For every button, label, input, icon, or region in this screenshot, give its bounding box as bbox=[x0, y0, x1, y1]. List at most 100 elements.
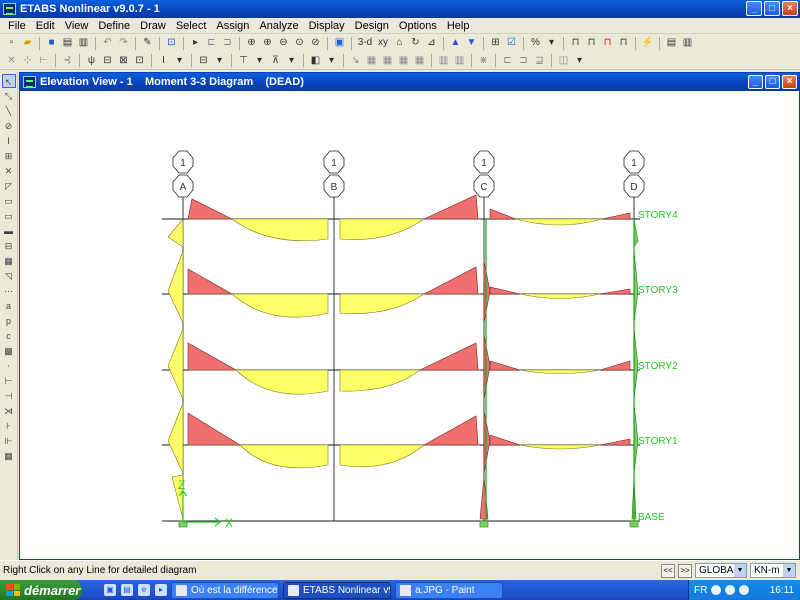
move-down-icon[interactable]: ▼ bbox=[464, 36, 479, 50]
dropdown-arrow-icon[interactable]: ▾ bbox=[284, 54, 299, 68]
draw-link-icon[interactable]: ⊒ bbox=[532, 54, 547, 68]
design-icon[interactable]: ▤ bbox=[664, 36, 679, 50]
snap-point-icon[interactable]: ⊹ bbox=[20, 54, 35, 68]
snap-lines-icon[interactable]: ⊦ bbox=[2, 419, 16, 433]
menu-options[interactable]: Options bbox=[394, 20, 442, 32]
close-button[interactable]: × bbox=[782, 1, 798, 16]
show-deformed-icon[interactable]: ⊓ bbox=[600, 36, 615, 50]
print-icon[interactable]: ▤ bbox=[60, 36, 75, 50]
draw-floor-icon[interactable]: ▦ bbox=[2, 254, 16, 268]
app-titlebar[interactable]: ETABS Nonlinear v9.0.7 - 1 _ □ × bbox=[0, 0, 800, 18]
design-options-icon[interactable]: ▥ bbox=[680, 36, 695, 50]
assign-joint-icon[interactable]: ψ bbox=[84, 54, 99, 68]
assign-shell-icon[interactable]: ⊠ bbox=[116, 54, 131, 68]
taskbar-item-paint[interactable]: a.JPG - Paint bbox=[395, 581, 503, 599]
draw-wall-icon[interactable]: ▦ bbox=[412, 54, 427, 68]
previous-view-button[interactable]: << bbox=[661, 563, 675, 578]
elevation-view-icon[interactable]: ⌂ bbox=[392, 36, 407, 50]
area-icon[interactable]: ◧ bbox=[308, 54, 323, 68]
elevation-view-titlebar[interactable]: Elevation View - 1 Moment 3-3 Diagram (D… bbox=[20, 73, 799, 91]
child-close-button[interactable]: × bbox=[782, 75, 797, 89]
reshape-icon[interactable]: ⤡ bbox=[2, 89, 16, 103]
snap-grid-icon[interactable]: ⊰ bbox=[60, 54, 75, 68]
start-button[interactable]: démarrer bbox=[0, 580, 82, 600]
all-select-icon[interactable]: a bbox=[2, 299, 16, 313]
draw-region-icon[interactable]: ▭ bbox=[2, 209, 16, 223]
snap-grid-icon[interactable]: ▦ bbox=[2, 449, 16, 463]
draw-quad-icon[interactable]: ▦ bbox=[396, 54, 411, 68]
draw-rect-area-icon[interactable]: ▭ bbox=[2, 194, 16, 208]
media-player-icon[interactable]: ▸ bbox=[155, 584, 167, 596]
create-column-icon[interactable]: I bbox=[2, 134, 16, 148]
create-beam-icon[interactable]: ⊞ bbox=[2, 149, 16, 163]
help-icon[interactable] bbox=[711, 585, 722, 595]
plan-view-button[interactable]: xy bbox=[375, 36, 391, 50]
zoom-previous-icon[interactable]: ⊘ bbox=[308, 36, 323, 50]
next-view-button[interactable]: >> bbox=[678, 563, 692, 578]
new-file-icon[interactable]: ▫ bbox=[4, 36, 19, 50]
coordinate-system-dropdown[interactable]: GLOBAL ▼ bbox=[695, 563, 747, 578]
elevation-view-window[interactable]: Elevation View - 1 Moment 3-3 Diagram (D… bbox=[19, 72, 800, 560]
draw-wall-area-icon[interactable]: ◸ bbox=[2, 179, 16, 193]
pencil-icon[interactable]: ✎ bbox=[140, 36, 155, 50]
menu-define[interactable]: Define bbox=[93, 20, 135, 32]
view-3d-button[interactable]: 3-d bbox=[356, 36, 374, 50]
dropdown-arrow-icon[interactable]: ▾ bbox=[252, 54, 267, 68]
snap-line-icon[interactable]: ⊢ bbox=[36, 54, 51, 68]
child-window-icon[interactable] bbox=[23, 76, 36, 88]
opening-icon[interactable]: ⊼ bbox=[268, 54, 283, 68]
unlock-model-icon[interactable]: ⊏ bbox=[204, 36, 219, 50]
snap-ends-icon[interactable]: ⊢ bbox=[2, 374, 16, 388]
clear-select-icon[interactable]: c bbox=[2, 329, 16, 343]
volume-icon[interactable] bbox=[739, 585, 750, 595]
maximize-button[interactable]: □ bbox=[764, 1, 780, 16]
zoom-out-icon[interactable]: ⊖ bbox=[276, 36, 291, 50]
wall-icon[interactable]: ⊤ bbox=[236, 54, 251, 68]
assign-frame-icon[interactable]: ⊟ bbox=[100, 54, 115, 68]
dropdown-arrow-icon[interactable]: ▾ bbox=[572, 54, 587, 68]
zoom-in-icon[interactable]: ⊕ bbox=[260, 36, 275, 50]
show-undeformed-icon[interactable]: % bbox=[528, 36, 543, 50]
snap-perpendicular-icon[interactable]: ⋊ bbox=[2, 404, 16, 418]
assign-load-icon[interactable]: ⊡ bbox=[132, 54, 147, 68]
moment-diagram-canvas[interactable]: 1 A 1 B 1 C 1 D STORY4 STORY3 STORY2 STO… bbox=[20, 91, 799, 559]
draw-frame-icon[interactable]: ⊘ bbox=[2, 119, 16, 133]
undo-icon[interactable]: ↶ bbox=[100, 36, 115, 50]
snap-icon[interactable]: ✕ bbox=[4, 54, 19, 68]
menu-draw[interactable]: Draw bbox=[135, 20, 171, 32]
draw-secondary-beam-icon[interactable]: ⊐ bbox=[516, 54, 531, 68]
menu-select[interactable]: Select bbox=[171, 20, 212, 32]
lock-icon[interactable]: ⊡ bbox=[164, 36, 179, 50]
chevron-down-icon[interactable]: ▼ bbox=[734, 564, 746, 577]
snap-points-icon[interactable]: ⋅ bbox=[2, 359, 16, 373]
child-maximize-button[interactable]: □ bbox=[765, 75, 780, 89]
explorer-icon[interactable]: ▤ bbox=[121, 584, 133, 596]
draw-point-icon[interactable]: ↘ bbox=[348, 54, 363, 68]
menu-edit[interactable]: Edit bbox=[31, 20, 60, 32]
zoom-window-icon[interactable]: ⊕ bbox=[244, 36, 259, 50]
refresh-view-icon[interactable]: ▣ bbox=[332, 36, 347, 50]
draw-rect-icon[interactable]: ▦ bbox=[380, 54, 395, 68]
snap-intersection-icon[interactable]: ⊣ bbox=[2, 389, 16, 403]
draw-column-icon[interactable]: ▥ bbox=[452, 54, 467, 68]
menu-display[interactable]: Display bbox=[304, 20, 350, 32]
dropdown-arrow-icon[interactable]: ▾ bbox=[324, 54, 339, 68]
perspective-toggle-icon[interactable]: ⊿ bbox=[424, 36, 439, 50]
draw-line-icon[interactable]: ▥ bbox=[436, 54, 451, 68]
show-desktop-icon[interactable]: ▣ bbox=[104, 584, 116, 596]
draw-brace-icon[interactable]: ⋇ bbox=[476, 54, 491, 68]
draw-wall-line-icon[interactable]: ▬ bbox=[2, 224, 16, 238]
dropdown-arrow-icon[interactable]: ▾ bbox=[212, 54, 227, 68]
zoom-restore-icon[interactable]: ⊙ bbox=[292, 36, 307, 50]
child-minimize-button[interactable]: _ bbox=[748, 75, 763, 89]
save-icon[interactable]: ■ bbox=[44, 36, 59, 50]
draw-grid-icon[interactable]: ⊟ bbox=[2, 239, 16, 253]
network-icon[interactable] bbox=[725, 585, 736, 595]
etabs-app-icon[interactable] bbox=[3, 3, 16, 15]
taskbar-item-etabs[interactable]: ETABS Nonlinear v9.0... bbox=[283, 581, 391, 599]
draw-area-icon[interactable]: ▦ bbox=[364, 54, 379, 68]
lightning-icon[interactable]: ⚡ bbox=[640, 36, 655, 50]
taskbar-item-browser[interactable]: Où est la différence e... bbox=[171, 581, 279, 599]
draw-beam-icon[interactable]: ⊏ bbox=[500, 54, 515, 68]
run-analysis-icon[interactable]: ▸ bbox=[188, 36, 203, 50]
